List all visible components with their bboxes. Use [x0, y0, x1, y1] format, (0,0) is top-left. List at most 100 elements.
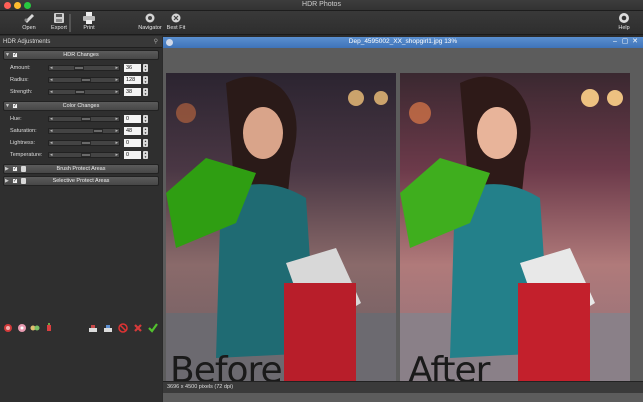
lock-icon: [21, 166, 26, 172]
color-changes-title: Color Changes: [62, 103, 100, 109]
expand-triangle-icon[interactable]: ▶: [5, 177, 9, 185]
slider-right-arrow-icon[interactable]: ▸: [115, 116, 118, 122]
close-image-button[interactable]: ✕: [631, 38, 639, 46]
slider-thumb[interactable]: [93, 129, 103, 133]
parameter-value-field[interactable]: 0: [124, 139, 141, 147]
apply-check-icon[interactable]: [148, 323, 158, 333]
image-dimensions: 3696 x 4500 pixels (72 dpi): [167, 384, 234, 390]
brush-protect-checkbox[interactable]: ✓: [12, 166, 18, 172]
slider-thumb[interactable]: [74, 66, 84, 70]
value-stepper[interactable]: ▲ ▼: [143, 76, 148, 84]
value-stepper[interactable]: ▲ ▼: [143, 115, 148, 123]
slider-right-arrow-icon[interactable]: ▸: [115, 89, 118, 95]
value-stepper[interactable]: ▲ ▼: [143, 139, 148, 147]
hdr-changes-title: HDR Changes: [63, 52, 99, 58]
value-stepper[interactable]: ▲ ▼: [143, 88, 148, 96]
parameter-slider[interactable]: ◂ ▸: [48, 116, 120, 122]
hdr-changes-checkbox[interactable]: ✓: [12, 52, 18, 58]
help-icon: [619, 13, 629, 23]
open-button[interactable]: Open: [14, 12, 44, 34]
slider-left-arrow-icon[interactable]: ◂: [50, 140, 53, 146]
best-fit-button[interactable]: Best Fit: [161, 12, 191, 34]
open-icon: [24, 14, 34, 23]
slider-left-arrow-icon[interactable]: ◂: [50, 152, 53, 158]
stamp-icon[interactable]: [88, 323, 98, 333]
after-photo-illustration: [400, 76, 630, 393]
parameter-row: Saturation: ◂ ▸ 48 ▲ ▼: [0, 125, 162, 137]
flower-brush-icon[interactable]: [17, 323, 27, 333]
pin-icon[interactable]: ⚲: [154, 36, 158, 48]
slider-left-arrow-icon[interactable]: ◂: [50, 89, 53, 95]
parameter-value-field[interactable]: 128: [124, 76, 141, 84]
slider-thumb[interactable]: [81, 141, 91, 145]
export-icon: [54, 13, 64, 23]
help-button[interactable]: Help: [612, 12, 636, 34]
parameter-label: Amount:: [10, 65, 31, 71]
parameter-row: Strength: ◂ ▸ 38 ▲ ▼: [0, 86, 162, 98]
collapse-triangle-icon[interactable]: ▼: [5, 102, 10, 110]
slider-left-arrow-icon[interactable]: ◂: [50, 128, 53, 134]
slider-right-arrow-icon[interactable]: ▸: [115, 65, 118, 71]
slider-left-arrow-icon[interactable]: ◂: [50, 65, 53, 71]
paint-bucket-icon[interactable]: [44, 323, 54, 333]
parameter-row: Temperature: ◂ ▸ 0 ▲ ▼: [0, 149, 162, 161]
slider-thumb[interactable]: [75, 90, 85, 94]
slider-thumb[interactable]: [81, 153, 91, 157]
parameter-label: Temperature:: [10, 152, 43, 158]
parameter-value-field[interactable]: 0: [124, 151, 141, 159]
parameter-slider[interactable]: ◂ ▸: [48, 128, 120, 134]
value-stepper[interactable]: ▲ ▼: [143, 127, 148, 135]
panel-title: HDR Adjustments: [3, 39, 51, 45]
no-entry-icon[interactable]: [118, 323, 128, 333]
slider-thumb[interactable]: [81, 117, 91, 121]
brush-protect-header[interactable]: ▶ ✓ Brush Protect Areas: [3, 164, 159, 174]
slider-left-arrow-icon[interactable]: ◂: [50, 77, 53, 83]
parameter-value-field[interactable]: 0: [124, 115, 141, 123]
red-brush-icon[interactable]: [3, 323, 13, 333]
minimize-image-button[interactable]: –: [611, 38, 619, 46]
printer-icon: [83, 12, 95, 24]
slider-left-arrow-icon[interactable]: ◂: [50, 116, 53, 122]
parameter-slider[interactable]: ◂ ▸: [48, 140, 120, 146]
color-changes-checkbox[interactable]: ✓: [12, 103, 18, 109]
parameter-slider[interactable]: ◂ ▸: [48, 77, 120, 83]
slider-right-arrow-icon[interactable]: ▸: [115, 128, 118, 134]
parameter-value-field[interactable]: 36: [124, 64, 141, 72]
window-title: HDR Photos: [302, 1, 341, 8]
lock-icon: [21, 178, 26, 184]
before-image[interactable]: Before: [166, 73, 396, 393]
cancel-x-icon[interactable]: [133, 323, 143, 333]
parameter-row: Amount: ◂ ▸ 36 ▲ ▼: [0, 62, 162, 74]
open-label: Open: [22, 25, 36, 31]
parameter-value-field[interactable]: 48: [124, 127, 141, 135]
slider-right-arrow-icon[interactable]: ▸: [115, 77, 118, 83]
color-changes-header[interactable]: ▼ ✓ Color Changes: [3, 101, 159, 111]
value-stepper[interactable]: ▲ ▼: [143, 64, 148, 72]
best-fit-label: Best Fit: [166, 25, 186, 31]
selective-protect-title: Selective Protect Areas: [52, 178, 110, 184]
parameter-row: Hue: ◂ ▸ 0 ▲ ▼: [0, 113, 162, 125]
status-bar: 3696 x 4500 pixels (72 dpi): [163, 381, 643, 393]
collapse-triangle-icon[interactable]: ▼: [5, 51, 10, 59]
parameter-slider[interactable]: ◂ ▸: [48, 65, 120, 71]
stamp-alt-icon[interactable]: [103, 323, 113, 333]
expand-triangle-icon[interactable]: ▶: [5, 165, 9, 173]
hdr-changes-header[interactable]: ▼ ✓ HDR Changes: [3, 50, 159, 60]
parameter-label: Hue:: [10, 116, 22, 122]
selective-protect-checkbox[interactable]: ✓: [12, 178, 18, 184]
restore-image-button[interactable]: ▢: [621, 38, 629, 46]
brush-protect-title: Brush Protect Areas: [56, 166, 106, 172]
value-stepper[interactable]: ▲ ▼: [143, 151, 148, 159]
print-button[interactable]: Print: [74, 12, 104, 34]
parameter-slider[interactable]: ◂ ▸: [48, 152, 120, 158]
slider-thumb[interactable]: [81, 78, 91, 82]
color-dots-icon[interactable]: [30, 323, 40, 333]
parameter-slider[interactable]: ◂ ▸: [48, 89, 120, 95]
parameter-value-field[interactable]: 38: [124, 88, 141, 96]
slider-right-arrow-icon[interactable]: ▸: [115, 140, 118, 146]
after-image[interactable]: After: [400, 73, 630, 393]
toolbar: Open Export Print Navigator Best Fit Hel…: [0, 11, 643, 35]
selective-protect-header[interactable]: ▶ ✓ Selective Protect Areas: [3, 176, 159, 186]
adjustments-panel: HDR Adjustments ⚲ ▼ ✓ HDR Changes Amount…: [0, 36, 162, 402]
slider-right-arrow-icon[interactable]: ▸: [115, 152, 118, 158]
